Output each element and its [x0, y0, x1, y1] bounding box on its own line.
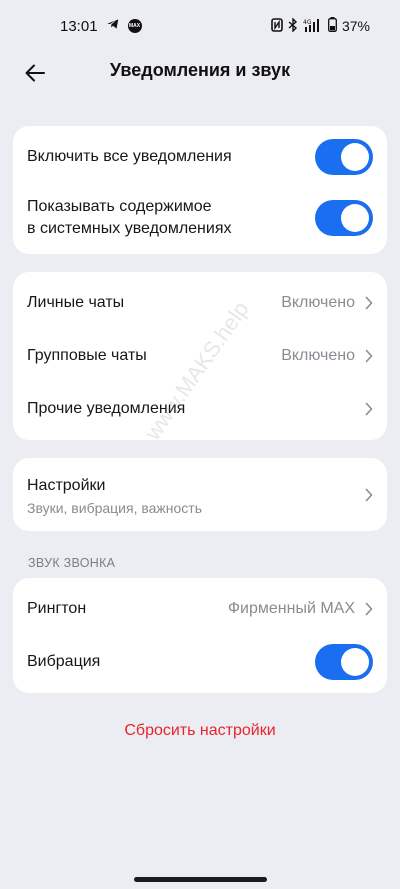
bluetooth-icon	[288, 16, 298, 35]
toggle-knob	[341, 204, 369, 232]
toggle-knob	[341, 648, 369, 676]
group-chats-row[interactable]: Групповые чаты Включено	[13, 335, 387, 377]
group-chats-label: Групповые чаты	[27, 347, 147, 364]
status-time: 13:01	[60, 17, 98, 35]
screen: 13:01 MAX 4G 37% Уведомления и звук Вклю…	[0, 0, 400, 889]
notifications-main-card: Включить все уведомления Показывать соде…	[13, 126, 387, 254]
ringtone-card: Рингтон Фирменный MAX Вибрация	[13, 578, 387, 693]
vibration-row[interactable]: Вибрация	[13, 641, 387, 683]
vibration-toggle[interactable]	[315, 644, 373, 680]
ringtone-row[interactable]: Рингтон Фирменный MAX	[13, 588, 387, 630]
settings-subtitle: Звуки, вибрация, важность	[27, 499, 203, 516]
show-content-label-line2: в системных уведомлениях	[27, 220, 232, 237]
personal-chats-label: Личные чаты	[27, 294, 125, 311]
settings-row[interactable]: Настройки Звуки, вибрация, важность	[13, 466, 387, 524]
show-content-label-line1: Показывать содержимое	[27, 198, 212, 215]
chevron-right-icon	[365, 602, 373, 616]
chat-notifications-card: Личные чаты Включено Групповые чаты Вклю…	[13, 272, 387, 440]
toggle-knob	[341, 143, 369, 171]
telegram-icon	[106, 17, 120, 35]
chevron-right-icon	[365, 402, 373, 416]
settings-label: Настройки	[27, 476, 106, 494]
ringtone-value: Фирменный MAX	[227, 600, 355, 617]
home-indicator[interactable]	[134, 877, 267, 882]
nfc-icon	[271, 17, 283, 35]
status-bar: 13:01 MAX 4G 37%	[0, 0, 400, 52]
settings-card: Настройки Звуки, вибрация, важность	[13, 458, 387, 531]
header: Уведомления и звук	[0, 52, 400, 92]
vibration-label: Вибрация	[27, 653, 101, 670]
chevron-right-icon	[365, 488, 373, 502]
enable-all-notifications-row[interactable]: Включить все уведомления	[13, 136, 387, 178]
battery-icon	[328, 17, 337, 35]
chevron-right-icon	[365, 349, 373, 363]
chevron-right-icon	[365, 296, 373, 310]
signal-icon: 4G	[303, 18, 323, 35]
ringtone-label: Рингтон	[27, 600, 87, 617]
other-notifications-row[interactable]: Прочие уведомления	[13, 388, 387, 430]
svg-text:4G: 4G	[303, 19, 312, 26]
status-right: 4G 37%	[271, 16, 370, 35]
show-content-toggle[interactable]	[315, 200, 373, 236]
show-content-text: Показывать содержимое в системных уведом…	[27, 196, 231, 240]
reset-settings-button[interactable]: Сбросить настройки	[0, 722, 400, 740]
enable-all-notifications-toggle[interactable]	[315, 139, 373, 175]
enable-all-notifications-label: Включить все уведомления	[27, 148, 232, 165]
max-app-icon: MAX	[127, 19, 142, 33]
ringtone-section-header: ЗВУК ЗВОНКА	[28, 556, 116, 570]
settings-text: Настройки Звуки, вибрация, важность	[27, 475, 202, 516]
personal-chats-row[interactable]: Личные чаты Включено	[13, 282, 387, 324]
battery-percent: 37%	[341, 18, 370, 34]
page-title: Уведомления и звук	[109, 60, 291, 80]
group-chats-value: Включено	[281, 347, 355, 364]
show-content-row[interactable]: Показывать содержимое в системных уведом…	[13, 192, 387, 244]
status-left: 13:01 MAX	[60, 17, 142, 35]
other-notifications-label: Прочие уведомления	[27, 400, 186, 417]
personal-chats-value: Включено	[281, 294, 355, 311]
